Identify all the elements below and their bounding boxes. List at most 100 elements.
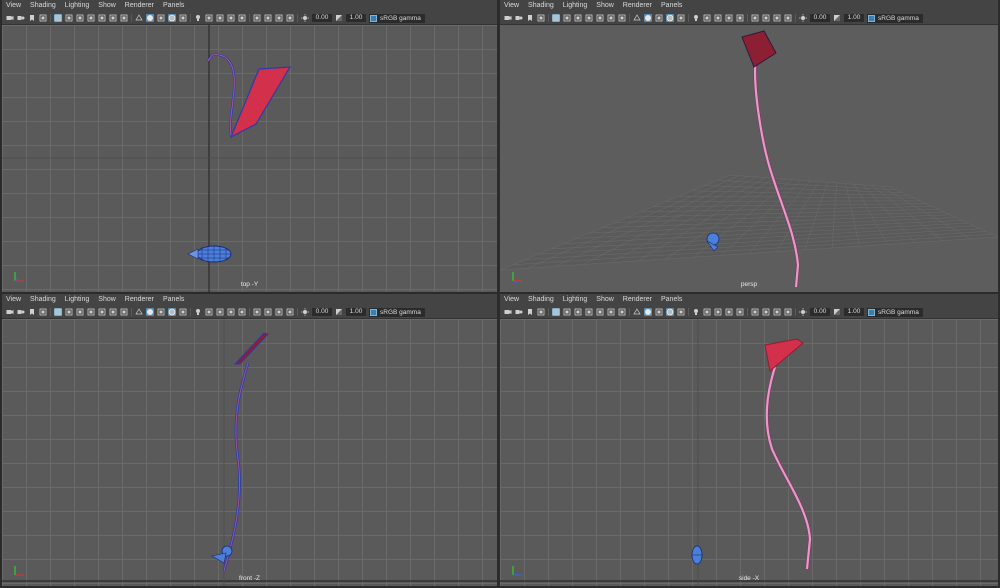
wireframe-icon[interactable] [135,14,143,22]
field-chart-icon[interactable] [596,308,604,316]
camera-attr-icon[interactable] [515,308,523,316]
camera-icon[interactable] [504,308,512,316]
film-gate-icon[interactable] [65,308,73,316]
xray-joints-icon[interactable] [264,308,272,316]
texture-icon[interactable] [286,14,294,22]
resolution-gate-icon[interactable] [76,308,84,316]
menu-shading[interactable]: Shading [30,294,56,306]
menu-lighting[interactable]: Lighting [65,0,90,12]
smooth-shade-icon[interactable] [146,308,154,316]
exposure-icon[interactable] [799,14,807,22]
isolate-icon[interactable] [751,14,759,22]
menu-show[interactable]: Show [98,294,116,306]
shadows-icon[interactable] [703,14,711,22]
exposure-field[interactable]: 0.00 [810,14,830,22]
grid-icon[interactable] [552,14,560,22]
menu-panels[interactable]: Panels [661,0,682,12]
wireframe-icon[interactable] [633,14,641,22]
xray-icon[interactable] [179,308,187,316]
image-plane-icon[interactable] [537,308,545,316]
default-material-icon[interactable] [157,14,165,22]
menu-shading[interactable]: Shading [30,0,56,12]
isolate-icon[interactable] [253,14,261,22]
menu-show[interactable]: Show [98,0,116,12]
scene-view[interactable]: front -Z [2,319,497,586]
bookmark-icon[interactable] [526,308,534,316]
multisample-icon[interactable] [238,308,246,316]
bookmark-icon[interactable] [28,308,36,316]
use-lights-icon[interactable] [194,308,202,316]
gamma-icon[interactable] [833,14,841,22]
safe-action-icon[interactable] [607,308,615,316]
color-space-selector[interactable]: sRGB gamma [369,307,425,317]
resolution-gate-icon[interactable] [574,14,582,22]
camera-icon[interactable] [504,14,512,22]
exposure-field[interactable]: 0.00 [312,14,332,22]
wireframe-on-shaded-icon[interactable] [666,308,674,316]
camera-attr-icon[interactable] [515,14,523,22]
exposure-icon[interactable] [301,14,309,22]
field-chart-icon[interactable] [98,14,106,22]
menu-show[interactable]: Show [596,294,614,306]
camera-attr-icon[interactable] [17,308,25,316]
menu-panels[interactable]: Panels [163,294,184,306]
film-gate-icon[interactable] [563,308,571,316]
smooth-shade-icon[interactable] [644,308,652,316]
film-gate-icon[interactable] [65,14,73,22]
gamma-icon[interactable] [833,308,841,316]
wireframe-on-shaded-icon[interactable] [168,308,176,316]
safe-action-icon[interactable] [607,14,615,22]
safe-title-icon[interactable] [120,14,128,22]
exposure-field[interactable]: 0.00 [312,308,332,316]
image-plane-icon[interactable] [39,14,47,22]
safe-action-icon[interactable] [109,14,117,22]
default-material-icon[interactable] [655,308,663,316]
gamma-icon[interactable] [335,308,343,316]
safe-title-icon[interactable] [120,308,128,316]
camera-icon[interactable] [6,308,14,316]
menu-view[interactable]: View [6,0,21,12]
shadows-icon[interactable] [703,308,711,316]
gate-mask-icon[interactable] [87,14,95,22]
bookmark-icon[interactable] [28,14,36,22]
viewport-side[interactable]: View Shading Lighting Show Renderer Pane… [500,294,998,586]
field-chart-icon[interactable] [596,14,604,22]
xray-joints-icon[interactable] [762,14,770,22]
resolution-gate-icon[interactable] [574,308,582,316]
wireframe-icon[interactable] [633,308,641,316]
use-lights-icon[interactable] [692,308,700,316]
color-space-selector[interactable]: sRGB gamma [867,13,923,23]
xray-active-icon[interactable] [773,14,781,22]
menu-shading[interactable]: Shading [528,0,554,12]
xray-active-icon[interactable] [773,308,781,316]
wireframe-on-shaded-icon[interactable] [666,14,674,22]
screen-ao-icon[interactable] [714,14,722,22]
menu-renderer[interactable]: Renderer [125,294,154,306]
menu-lighting[interactable]: Lighting [563,294,588,306]
gate-mask-icon[interactable] [585,308,593,316]
field-chart-icon[interactable] [98,308,106,316]
grid-icon[interactable] [54,14,62,22]
default-material-icon[interactable] [655,14,663,22]
multisample-icon[interactable] [736,308,744,316]
resolution-gate-icon[interactable] [76,14,84,22]
motion-blur-icon[interactable] [227,14,235,22]
menu-view[interactable]: View [504,294,519,306]
exposure-field[interactable]: 0.00 [810,308,830,316]
xray-icon[interactable] [677,308,685,316]
isolate-icon[interactable] [253,308,261,316]
safe-title-icon[interactable] [618,14,626,22]
wireframe-on-shaded-icon[interactable] [168,14,176,22]
menu-renderer[interactable]: Renderer [125,0,154,12]
xray-active-icon[interactable] [275,14,283,22]
default-material-icon[interactable] [157,308,165,316]
texture-icon[interactable] [286,308,294,316]
menu-renderer[interactable]: Renderer [623,294,652,306]
gamma-field[interactable]: 1.00 [844,308,864,316]
gamma-field[interactable]: 1.00 [346,14,366,22]
color-space-selector[interactable]: sRGB gamma [867,307,923,317]
menu-renderer[interactable]: Renderer [623,0,652,12]
exposure-icon[interactable] [799,308,807,316]
xray-joints-icon[interactable] [264,14,272,22]
gate-mask-icon[interactable] [87,308,95,316]
